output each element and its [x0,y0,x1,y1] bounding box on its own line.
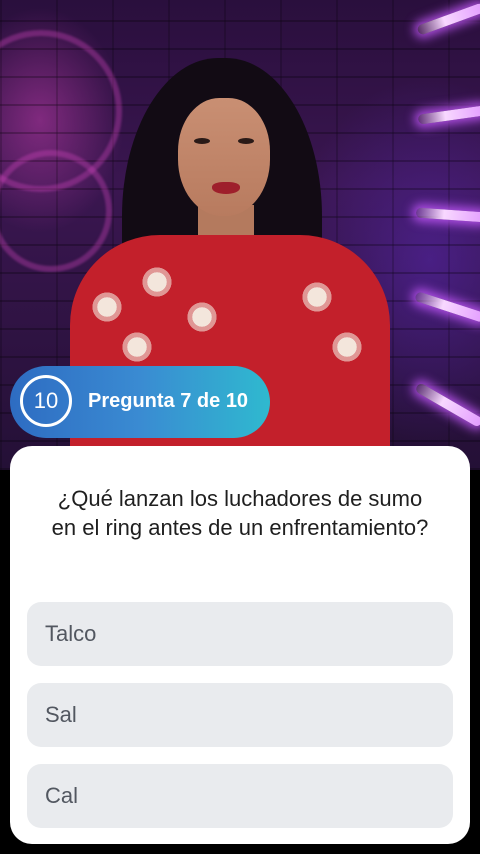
presenter-eye [238,138,254,144]
question-counter: Pregunta 7 de 10 [88,390,249,412]
answer-option-label: Sal [45,702,77,727]
presenter-eye [194,138,210,144]
question-header-pill: 10 Pregunta 7 de 10 [10,366,270,438]
dress-flower-pattern [300,280,334,314]
question-card: ¿Qué lanzan los luchadores de sumo en el… [10,446,470,844]
question-text: ¿Qué lanzan los luchadores de sumo en el… [51,486,429,540]
answer-option-sal[interactable]: Sal [27,683,453,747]
timer-value: 10 [33,388,59,413]
answer-option-label: Cal [45,783,79,808]
presenter-mouth [212,182,240,194]
answer-option-talco[interactable]: Talco [27,602,453,666]
dress-flower-pattern [185,300,219,334]
answer-option-cal[interactable]: Cal [27,764,453,828]
presenter-face [178,98,270,216]
dress-flower-pattern [140,265,174,299]
dress-flower-pattern [120,330,154,364]
dress-flower-pattern [90,290,124,324]
quiz-screen: 10 Pregunta 7 de 10 ¿Qué lanzan los luch… [0,0,480,854]
dress-flower-pattern [330,330,364,364]
countdown-timer: 10 [20,375,72,427]
answer-option-label: Talco [45,621,97,646]
